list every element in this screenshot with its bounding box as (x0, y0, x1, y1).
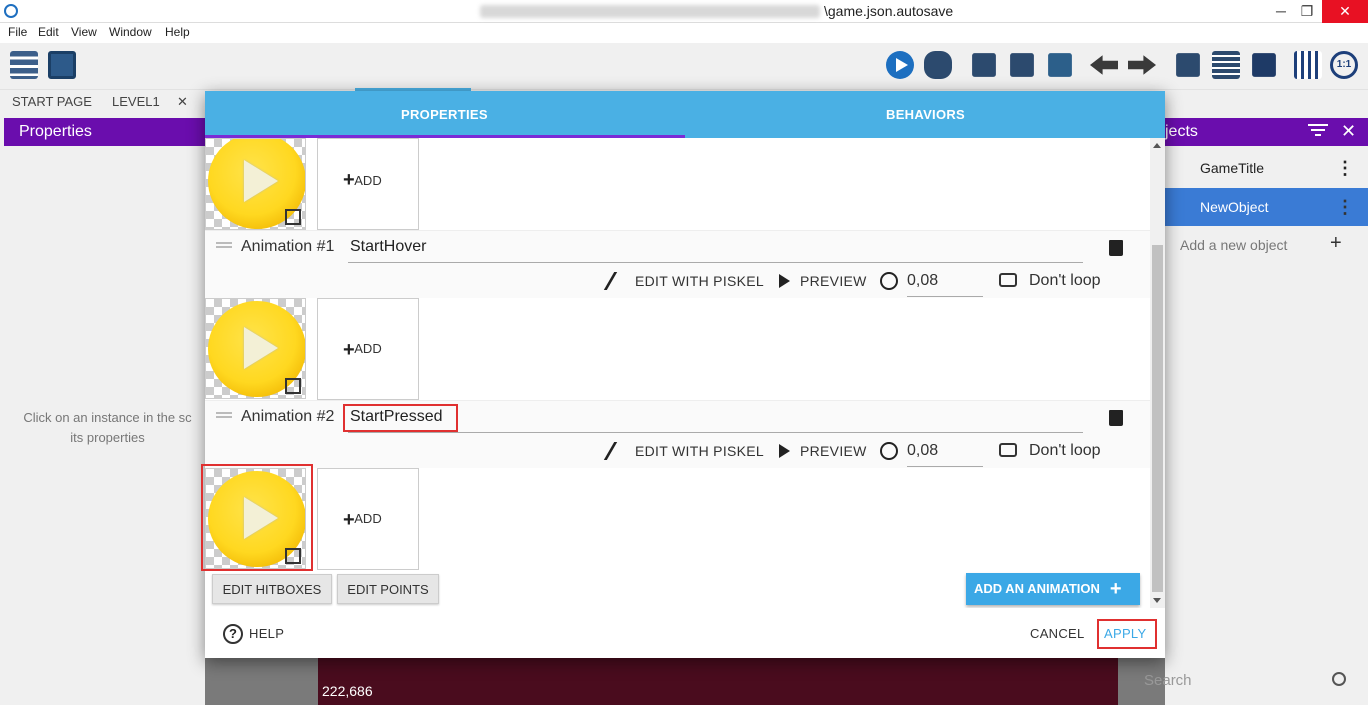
highlight-box (201, 464, 313, 571)
dialog-tabs (205, 91, 1165, 138)
tab-properties[interactable]: PROPERTIES (401, 107, 488, 122)
hint-line-1: Click on an instance in the sc (23, 410, 192, 425)
apply-button[interactable]: APPLY (1104, 626, 1146, 641)
menu-edit[interactable]: Edit (38, 25, 59, 39)
add-frame-button[interactable]: ADD (317, 468, 419, 570)
cancel-button[interactable]: CANCEL (1030, 626, 1085, 641)
preview-button[interactable]: PREVIEW (800, 273, 867, 289)
add-icon: + (343, 339, 355, 361)
timer-icon (880, 272, 898, 290)
edit-points-button[interactable]: EDIT POINTS (337, 574, 439, 604)
objects-panel-title: jects (1165, 118, 1368, 146)
search-input[interactable]: Search (1144, 672, 1192, 689)
hint-line-2: its properties (70, 430, 145, 445)
layers-icon[interactable] (1252, 53, 1276, 77)
filter-icon[interactable] (1308, 124, 1328, 138)
tab-close-icon[interactable]: ✕ (177, 94, 188, 110)
zoom-reset-icon[interactable]: 1:1 (1330, 51, 1358, 79)
add-animation-label: ADD AN ANIMATION (974, 581, 1100, 596)
scroll-up-icon[interactable] (1153, 143, 1161, 148)
edit-with-piskel-button[interactable]: EDIT WITH PISKEL (635, 443, 764, 459)
add-label: ADD (354, 511, 382, 526)
title-path-blurred (480, 5, 820, 18)
close-window-button[interactable]: ✕ (1322, 0, 1368, 23)
add-icon: + (343, 169, 355, 191)
object-icon[interactable] (972, 53, 996, 77)
window-title: \game.json.autosave (824, 3, 954, 19)
list-icon[interactable] (1212, 51, 1240, 79)
menu-bar (0, 23, 1368, 43)
animation-label: Animation #2 (241, 408, 335, 425)
close-panel-icon[interactable]: ✕ (1341, 121, 1356, 142)
preview-play-icon[interactable] (886, 51, 914, 79)
loop-icon[interactable] (999, 443, 1017, 457)
animation-name-input[interactable]: StartPressed (348, 408, 1083, 433)
edit-with-piskel-button[interactable]: EDIT WITH PISKEL (635, 273, 764, 289)
scene-background (318, 655, 1118, 705)
add-icon: + (343, 509, 355, 531)
animation-name-input[interactable]: StartHover (348, 238, 1083, 263)
debugger-bug-icon[interactable] (924, 51, 952, 79)
add-frame-button[interactable]: ADD (317, 138, 419, 230)
menu-window[interactable]: Window (109, 25, 152, 39)
properties-hint: Click on an instance in the sc its proper… (10, 408, 205, 448)
drag-handle-icon[interactable] (216, 242, 232, 248)
help-button[interactable]: HELP (249, 626, 284, 641)
help-icon[interactable]: ? (223, 624, 243, 644)
search-icon[interactable] (1332, 672, 1346, 686)
menu-help[interactable]: Help (165, 25, 190, 39)
app-icon (4, 4, 18, 18)
menu-view[interactable]: View (71, 25, 97, 39)
add-frame-button[interactable]: ADD (317, 298, 419, 400)
maximize-button[interactable]: ❐ (1292, 0, 1322, 23)
more-vert-icon[interactable]: ⋮ (1336, 158, 1354, 179)
window-icon[interactable] (48, 51, 76, 79)
cursor-coordinates: 222,686 (322, 683, 373, 699)
animation-label: Animation #1 (241, 238, 335, 255)
scroll-down-icon[interactable] (1153, 598, 1161, 603)
add-label: ADD (354, 341, 382, 356)
tab-start-page[interactable]: START PAGE (12, 94, 92, 109)
loop-icon[interactable] (999, 273, 1017, 287)
duration-input[interactable]: 0,08 (907, 272, 983, 297)
edit-icon[interactable] (1048, 53, 1072, 77)
delete-object-icon[interactable] (1176, 53, 1200, 77)
drag-handle-icon[interactable] (216, 412, 232, 418)
play-icon (779, 444, 790, 458)
loop-toggle[interactable]: Don't loop (1029, 272, 1101, 290)
more-vert-icon[interactable]: ⋮ (1336, 197, 1354, 218)
add-new-object-link[interactable]: Add a new object (1180, 237, 1287, 253)
timer-icon (880, 442, 898, 460)
grid-icon[interactable] (1294, 51, 1322, 79)
menu-file[interactable]: File (8, 25, 27, 39)
project-manager-icon[interactable] (10, 51, 38, 79)
delete-animation-icon[interactable] (1109, 240, 1123, 256)
highlight-box (343, 404, 458, 432)
add-label: ADD (354, 173, 382, 188)
object-name: NewObject (1200, 199, 1269, 215)
tab-level1[interactable]: LEVEL1 (112, 94, 160, 109)
preview-button[interactable]: PREVIEW (800, 443, 867, 459)
objects-group-icon[interactable] (1010, 53, 1034, 77)
scrollbar-thumb[interactable] (1152, 245, 1163, 592)
add-icon: + (1109, 578, 1122, 600)
tab-behaviors[interactable]: BEHAVIORS (886, 107, 965, 122)
dialog-footer (205, 608, 1165, 658)
duration-input[interactable]: 0,08 (907, 442, 983, 467)
toolbar (0, 43, 1368, 90)
object-name: GameTitle (1200, 160, 1265, 176)
loop-toggle[interactable]: Don't loop (1029, 442, 1101, 460)
edit-hitboxes-button[interactable]: EDIT HITBOXES (212, 574, 332, 604)
delete-animation-icon[interactable] (1109, 410, 1123, 426)
objects-title-text: jects (1165, 123, 1198, 140)
play-icon (779, 274, 790, 288)
sprite-frame[interactable] (205, 298, 306, 399)
sprite-frame[interactable] (205, 138, 306, 230)
add-animation-button[interactable]: ADD AN ANIMATION + (966, 573, 1140, 605)
add-object-icon[interactable]: + (1330, 232, 1342, 255)
properties-panel-title: Properties (4, 118, 205, 146)
